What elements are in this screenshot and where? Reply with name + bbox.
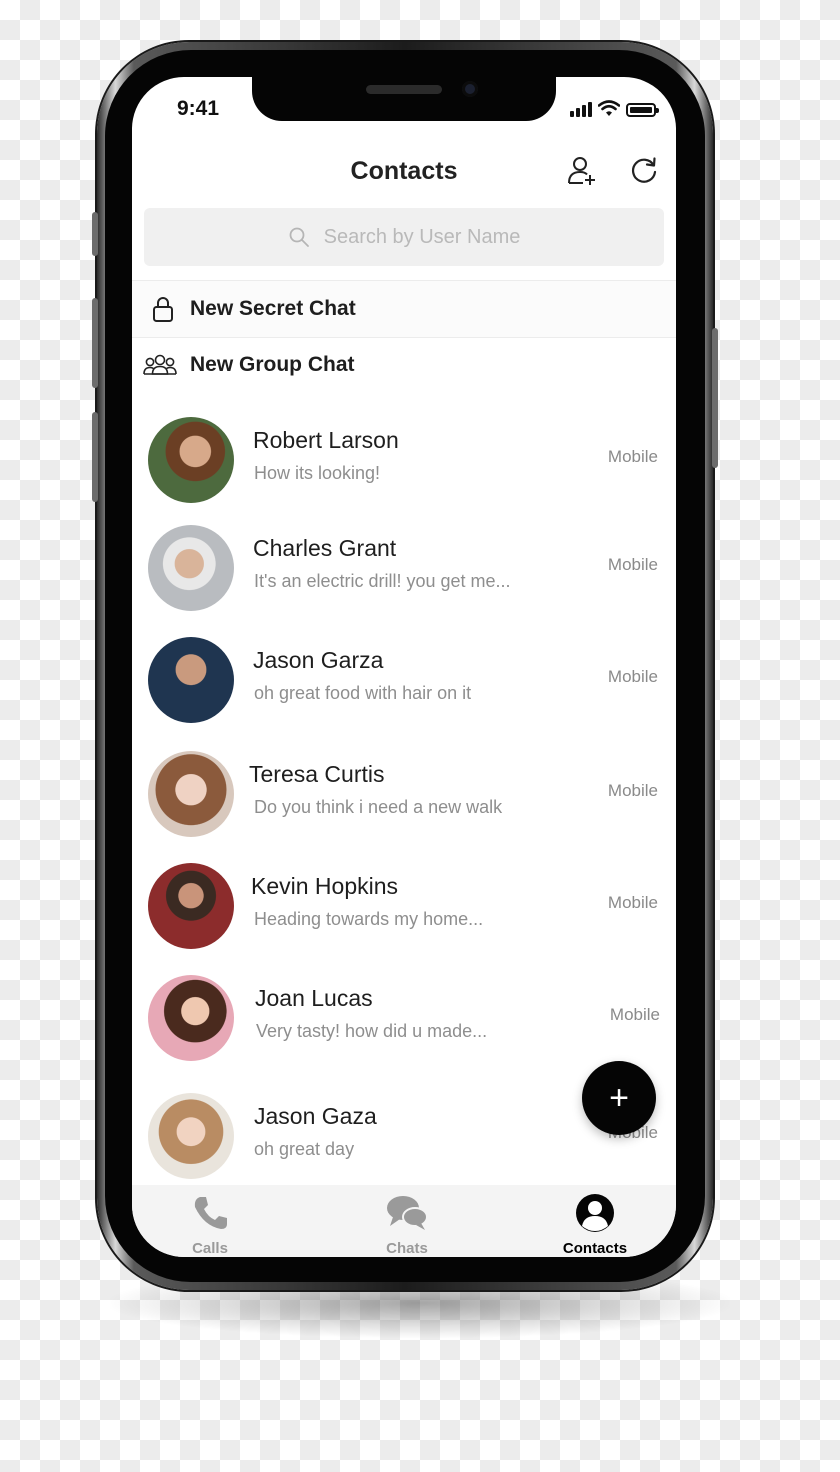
contact-row-kevin-hopkins[interactable]: Kevin Hopkins Heading towards my home...…	[132, 853, 676, 957]
contact-last-message: Very tasty! how did u made...	[256, 1021, 488, 1041]
new-group-chat-label: New Group Chat	[190, 353, 355, 376]
power-button	[712, 328, 718, 468]
avatar	[148, 1093, 234, 1179]
contact-last-message: It's an electric drill! you get me...	[254, 571, 511, 591]
new-secret-chat-button[interactable]: New Secret Chat	[132, 281, 676, 337]
status-time: 9:41	[177, 97, 220, 120]
contact-name: Jason Garza	[253, 647, 384, 673]
add-user-icon[interactable]	[566, 155, 598, 187]
avatar	[148, 751, 234, 837]
new-secret-chat-label: New Secret Chat	[190, 297, 356, 320]
contact-last-message: oh great food with hair on it	[254, 683, 472, 703]
contact-type: Mobile	[609, 1005, 660, 1024]
contact-type: Mobile	[607, 447, 658, 466]
phone-icon	[194, 1197, 227, 1229]
contact-name: Robert Larson	[253, 427, 399, 453]
contact-row-robert-larson[interactable]: Robert Larson How its looking! Mobile	[132, 407, 676, 511]
contact-row-charles-grant[interactable]: Charles Grant It's an electric drill! yo…	[132, 515, 676, 619]
contact-row-teresa-curtis[interactable]: Teresa Curtis Do you think i need a new …	[132, 741, 676, 845]
group-icon	[143, 354, 177, 375]
contact-last-message: Heading towards my home...	[254, 909, 484, 929]
contact-name: Teresa Curtis	[249, 761, 385, 787]
tab-contacts[interactable]: Contacts	[535, 1193, 655, 1257]
contact-name: Kevin Hopkins	[251, 873, 399, 899]
volume-down-button	[92, 412, 98, 502]
earpiece-speaker	[366, 85, 442, 94]
mute-switch	[92, 212, 98, 256]
contact-last-message: How its looking!	[254, 463, 381, 483]
refresh-icon[interactable]	[628, 155, 660, 187]
wifi-icon	[598, 100, 620, 116]
contact-name: Joan Lucas	[255, 985, 373, 1011]
tab-calls[interactable]: Calls	[150, 1193, 270, 1257]
tab-contacts-label: Contacts	[562, 1240, 628, 1257]
new-contact-fab[interactable]: +	[582, 1061, 656, 1135]
contact-row-joan-lucas[interactable]: Joan Lucas Very tasty! how did u made...…	[132, 965, 676, 1069]
search-icon	[289, 227, 309, 247]
contact-icon	[576, 1194, 614, 1232]
signal-icon	[570, 102, 592, 117]
status-icons	[570, 99, 659, 117]
battery-icon	[626, 103, 659, 117]
notch	[252, 77, 556, 121]
app-screen: 9:41 Contacts Search by User Name New Se…	[132, 77, 676, 1257]
bottom-tab-bar: Calls Chats Contacts	[132, 1185, 676, 1257]
contact-name: Jason Gaza	[254, 1103, 377, 1129]
chat-bubbles-icon	[387, 1196, 428, 1230]
contact-type: Mobile	[607, 781, 658, 800]
tab-chats-label: Chats	[386, 1240, 428, 1257]
contact-type: Mobile	[607, 667, 658, 686]
volume-up-button	[92, 298, 98, 388]
search-input[interactable]: Search by User Name	[144, 208, 664, 266]
contact-last-message: oh great day	[254, 1139, 355, 1159]
lock-icon	[153, 297, 173, 322]
contact-type: Mobile	[607, 555, 658, 574]
search-placeholder: Search by User Name	[323, 225, 521, 248]
avatar	[148, 417, 234, 503]
contact-type: Mobile	[607, 893, 658, 912]
avatar	[148, 975, 234, 1061]
avatar	[148, 637, 234, 723]
tab-calls-label: Calls	[192, 1240, 228, 1257]
contact-last-message: Do you think i need a new walk	[254, 797, 503, 817]
avatar	[148, 863, 234, 949]
avatar	[148, 525, 234, 611]
front-camera	[462, 81, 478, 97]
tab-chats[interactable]: Chats	[347, 1193, 467, 1257]
new-group-chat-button[interactable]: New Group Chat	[132, 337, 676, 393]
contact-name: Charles Grant	[253, 535, 397, 561]
contact-row-jason-garza[interactable]: Jason Garza oh great food with hair on i…	[132, 627, 676, 731]
